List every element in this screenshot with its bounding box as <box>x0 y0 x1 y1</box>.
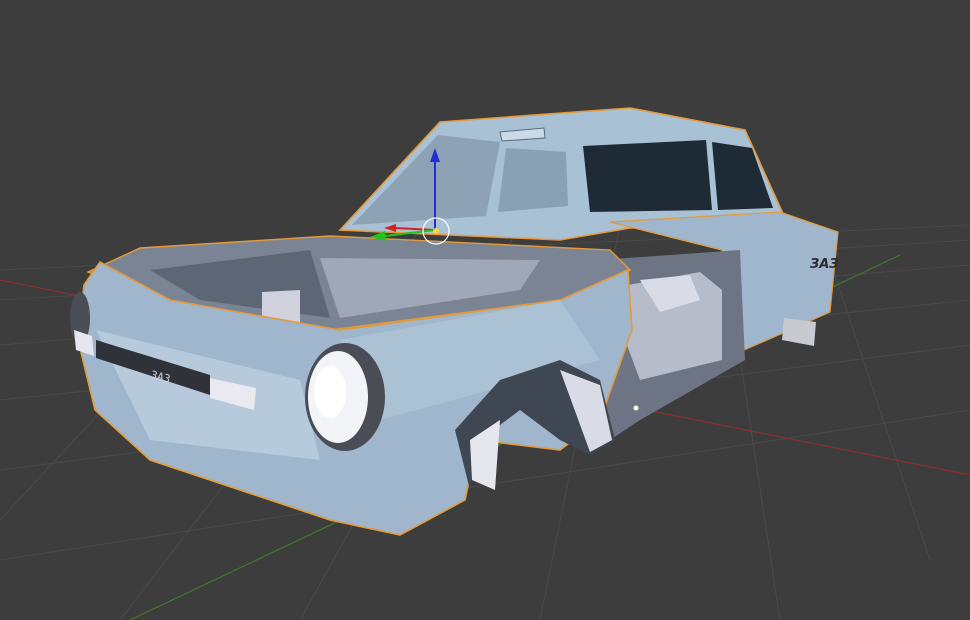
windshield <box>352 135 500 225</box>
car-body-mesh[interactable]: ЗАЗ ЗАЗ <box>70 107 839 536</box>
right-headlight <box>305 343 385 451</box>
object-pivot <box>433 228 439 234</box>
side-window-front <box>498 148 568 212</box>
side-window-mid <box>583 140 712 212</box>
scene-canvas[interactable]: ЗАЗ ЗАЗ <box>0 0 970 620</box>
3d-viewport[interactable]: ЗАЗ ЗАЗ <box>0 0 970 620</box>
rear-badge: ЗАЗ <box>810 257 839 272</box>
vertex-point <box>633 405 639 411</box>
